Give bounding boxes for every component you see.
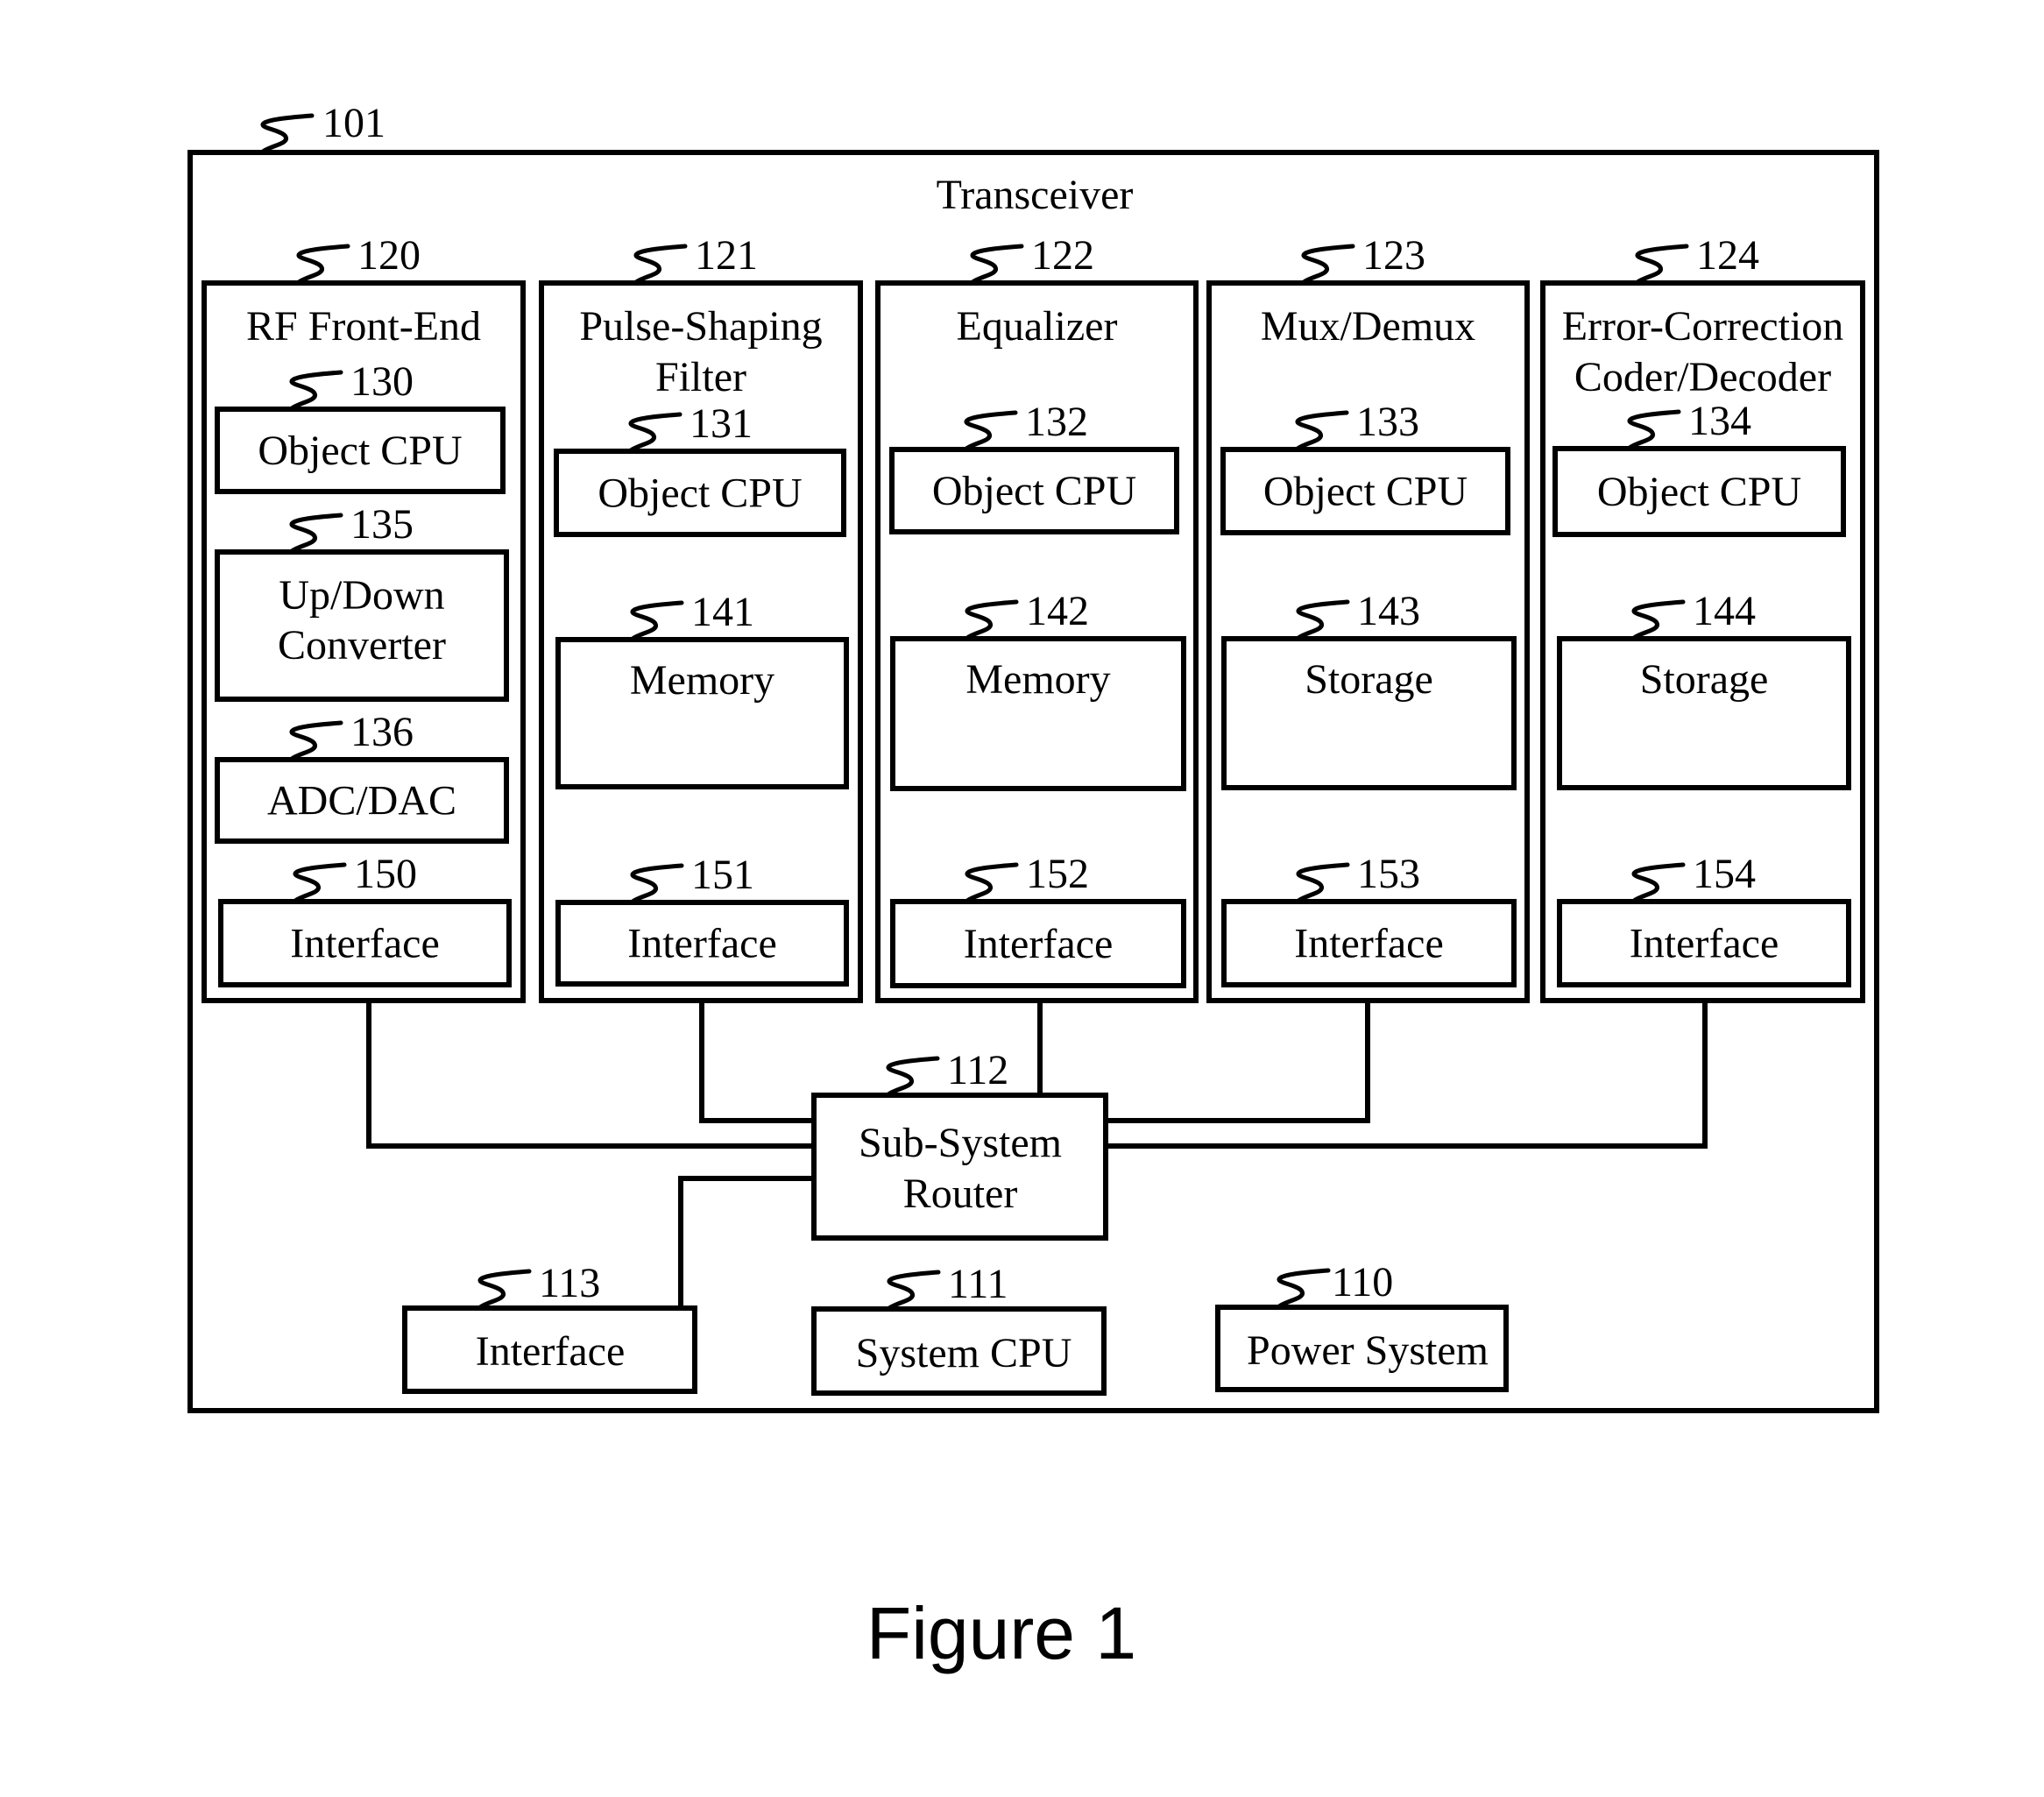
subsystem-123: Mux/Demux 123 Object CPU 133 Storage 143 Inter… xyxy=(1206,232,1530,1003)
ref-number: 143 xyxy=(1357,588,1420,634)
ref-number: 154 xyxy=(1693,851,1756,897)
ref-number-113: 113 xyxy=(539,1260,600,1306)
subsystem-title-line-2: Filter xyxy=(655,354,746,400)
power-system-label: Power System xyxy=(1247,1327,1489,1374)
component-label-line-1: Interface xyxy=(627,921,777,967)
ref-number-101: 101 xyxy=(322,100,385,146)
component-label-line-1: Interface xyxy=(1294,921,1444,967)
transceiver-title: Transceiver xyxy=(937,172,1134,218)
ref-number: 130 xyxy=(350,358,414,405)
ref-number-112: 112 xyxy=(947,1047,1008,1093)
ref-number: 120 xyxy=(357,232,421,279)
ref-number: 133 xyxy=(1356,399,1419,445)
component-label-line-1: ADC/DAC xyxy=(267,778,456,824)
ref-number: 121 xyxy=(695,232,758,279)
ref-number: 132 xyxy=(1025,399,1088,445)
ref-number: 135 xyxy=(350,501,414,548)
component-label-line-1: Interface xyxy=(1630,921,1779,967)
ref-number: 142 xyxy=(1026,588,1089,634)
component-label-line-2: Converter xyxy=(278,622,446,669)
ref-number: 124 xyxy=(1696,232,1759,279)
subsystem-122: Equalizer 122 Object CPU 132 Memory 142 Interf… xyxy=(875,232,1199,1003)
ref-number-110: 110 xyxy=(1332,1259,1393,1305)
subsystem-124: Error-CorrectionCoder/Decoder 124 Object C… xyxy=(1540,232,1865,1003)
ref-number: 141 xyxy=(691,589,754,635)
subsystem-title-line-1: RF Front-End xyxy=(246,303,481,350)
figure-caption: Figure 1 xyxy=(866,1592,1136,1674)
subsystem-title-line-1: Error-Correction xyxy=(1562,303,1844,350)
ref-number: 151 xyxy=(691,852,754,898)
component-label-line-1: Object CPU xyxy=(598,470,802,517)
subsystem-columns: RF Front-End 120 Object CPU 130 Up/DownConve… xyxy=(202,232,1865,1003)
ref-number: 150 xyxy=(354,851,417,897)
ref-number: 144 xyxy=(1693,588,1756,634)
component-label-line-1: Memory xyxy=(965,656,1110,703)
component-label-line-1: Memory xyxy=(630,657,774,704)
ref-leader-101 xyxy=(260,113,315,154)
subsystem-title-line-2: Coder/Decoder xyxy=(1574,354,1831,400)
ref-number-111: 111 xyxy=(948,1261,1008,1307)
component-label-line-1: Object CPU xyxy=(932,468,1136,514)
sub-system-router-label-line-1: Sub-System xyxy=(859,1120,1062,1166)
component-label-line-1: Object CPU xyxy=(258,428,462,474)
component-label-line-1: Interface xyxy=(964,921,1114,967)
ref-number: 123 xyxy=(1362,232,1425,279)
transceiver-block-diagram: Transceiver 101 RF Front-End 120 Object CP… xyxy=(187,100,1879,1674)
subsystem-121: Pulse-ShapingFilter 121 Object CPU 131 Memor… xyxy=(539,232,863,1003)
ref-number: 122 xyxy=(1031,232,1094,279)
subsystem-120: RF Front-End 120 Object CPU 130 Up/DownConve… xyxy=(202,232,526,1003)
component-label-line-1: Interface xyxy=(290,921,440,967)
ref-number: 131 xyxy=(690,400,753,447)
sub-system-router-label-line-2: Router xyxy=(903,1171,1018,1217)
system-cpu-label: System CPU xyxy=(856,1330,1072,1376)
ref-number: 153 xyxy=(1357,851,1420,897)
interface-113-label: Interface xyxy=(476,1328,626,1375)
component-label-line-1: Storage xyxy=(1305,656,1433,703)
ref-number: 136 xyxy=(350,709,414,755)
ref-number: 134 xyxy=(1688,398,1751,444)
component-label-line-1: Object CPU xyxy=(1263,469,1468,515)
component-label-line-1: Storage xyxy=(1640,656,1769,703)
ref-number: 152 xyxy=(1026,851,1089,897)
subsystem-title-line-1: Equalizer xyxy=(957,303,1118,350)
component-label-line-1: Up/Down xyxy=(279,572,444,619)
subsystem-title-line-1: Pulse-Shaping xyxy=(579,303,822,350)
subsystem-title-line-1: Mux/Demux xyxy=(1261,303,1475,350)
component-label-line-1: Object CPU xyxy=(1597,469,1801,515)
